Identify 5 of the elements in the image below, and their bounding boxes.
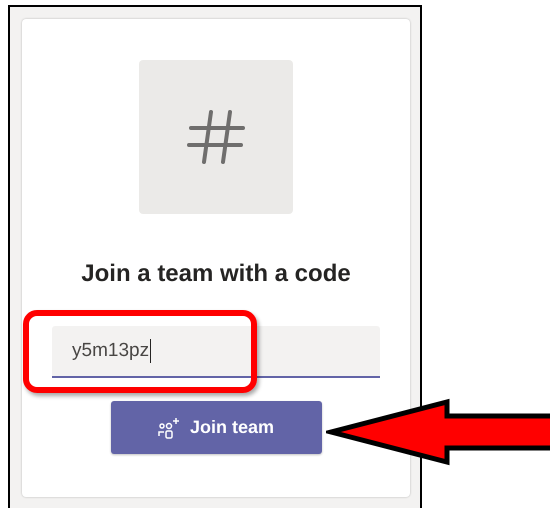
hashtag-icon <box>186 109 246 165</box>
dialog-title: Join a team with a code <box>81 260 351 288</box>
join-team-button[interactable]: Join team <box>110 401 322 454</box>
code-field[interactable]: y5m13pz <box>52 326 380 378</box>
add-people-icon <box>158 416 180 438</box>
